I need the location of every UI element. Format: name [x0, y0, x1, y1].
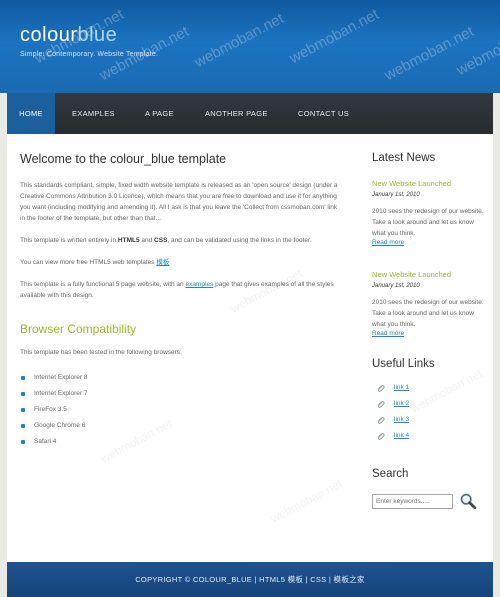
news-item-body: 2010 sees the redesign of our website. T…: [372, 299, 484, 328]
compat-intro: This template has been tested in the fol…: [20, 349, 182, 356]
tech-paragraph: This template is written entirely in HTM…: [20, 237, 312, 244]
more-templates-paragraph: You can view more free HTML5 web templat…: [20, 259, 170, 266]
nav-item-examples[interactable]: EXAMPLES: [72, 93, 115, 134]
news-item-title: New Website Launched: [372, 270, 452, 279]
bullet-icon: [21, 408, 25, 412]
watermark-text: webmoban.net: [286, 5, 382, 68]
list-item: FireFox 3.5: [20, 402, 340, 418]
html5-text: HTML5: [117, 237, 140, 244]
list-item: Google Chrome 6: [20, 418, 340, 434]
paperclip-icon: [377, 385, 385, 392]
paperclip-icon: [377, 401, 385, 408]
content-area: webmoban.net webmoban.net webmoban.net w…: [7, 134, 493, 562]
news-item-date: January 1st, 2010: [372, 192, 420, 198]
useful-link-3[interactable]: link 3: [394, 416, 409, 423]
nav-item-home[interactable]: HOME: [7, 93, 55, 134]
bullet-icon: [21, 440, 25, 444]
bullet-icon: [21, 392, 25, 396]
watermark-text: webmoban.net: [191, 9, 287, 72]
bullet-icon: [21, 376, 25, 380]
useful-links-list: link 1 link 2 link 3 link 4: [372, 380, 484, 444]
search-icon[interactable]: [459, 492, 477, 510]
search-input[interactable]: [372, 494, 453, 509]
useful-link-4[interactable]: link 4: [394, 432, 409, 439]
main-nav: HOME EXAMPLES A PAGE ANOTHER PAGE CONTAC…: [7, 93, 493, 134]
list-item: Safari 4: [20, 434, 340, 450]
watermark-text: webmoban.net: [268, 476, 345, 526]
site-header: colourblue Simple. Contemporary. Website…: [0, 0, 500, 93]
list-item: Internet Explorer 8: [20, 370, 340, 386]
compat-title: Browser Compatibility: [20, 322, 137, 336]
search-title: Search: [372, 468, 409, 480]
read-more-link[interactable]: Read more: [372, 330, 484, 337]
paperclip-icon: [377, 417, 385, 424]
search-form: [372, 492, 484, 510]
bullet-icon: [21, 424, 25, 428]
list-item: link 4: [372, 428, 484, 444]
useful-link-2[interactable]: link 2: [394, 400, 409, 407]
examples-link[interactable]: examples: [185, 281, 213, 288]
latest-news-title: Latest News: [372, 152, 436, 164]
browser-list: Internet Explorer 8 Internet Explorer 7 …: [20, 370, 340, 450]
pages-paragraph: This template is a fully functional 5 pa…: [20, 281, 334, 299]
useful-link-1[interactable]: link 1: [394, 384, 409, 391]
nav-item-a-page[interactable]: A PAGE: [145, 93, 174, 134]
intro-paragraph: This standards compliant, simple, fixed …: [20, 182, 338, 222]
css-text: CSS: [154, 237, 168, 244]
nav-item-another-page[interactable]: ANOTHER PAGE: [205, 93, 268, 134]
news-item-title: New Website Launched: [372, 179, 452, 188]
news-item-body: 2010 sees the redesign of our website. T…: [372, 208, 484, 237]
site-footer: COPYRIGHT © COLOUR_BLUE | HTML5 模板 | CSS…: [7, 562, 493, 597]
templates-link[interactable]: 模板: [156, 259, 169, 266]
page-title: Welcome to the colour_blue template: [20, 152, 227, 166]
useful-links-title: Useful Links: [372, 358, 435, 370]
news-item-date: January 1st, 2010: [372, 283, 420, 289]
list-item: link 3: [372, 412, 484, 428]
sidebar: Latest News New Website Launched January…: [372, 152, 484, 510]
list-item: link 2: [372, 396, 484, 412]
read-more-link[interactable]: Read more: [372, 239, 484, 246]
footer-text: COPYRIGHT © COLOUR_BLUE | HTML5 模板 | CSS…: [135, 575, 365, 584]
paperclip-icon: [377, 433, 385, 440]
list-item: Internet Explorer 7: [20, 386, 340, 402]
main-column: Welcome to the colour_blue template This…: [20, 152, 340, 450]
list-item: link 1: [372, 380, 484, 396]
nav-item-contact-us[interactable]: CONTACT US: [298, 93, 349, 134]
